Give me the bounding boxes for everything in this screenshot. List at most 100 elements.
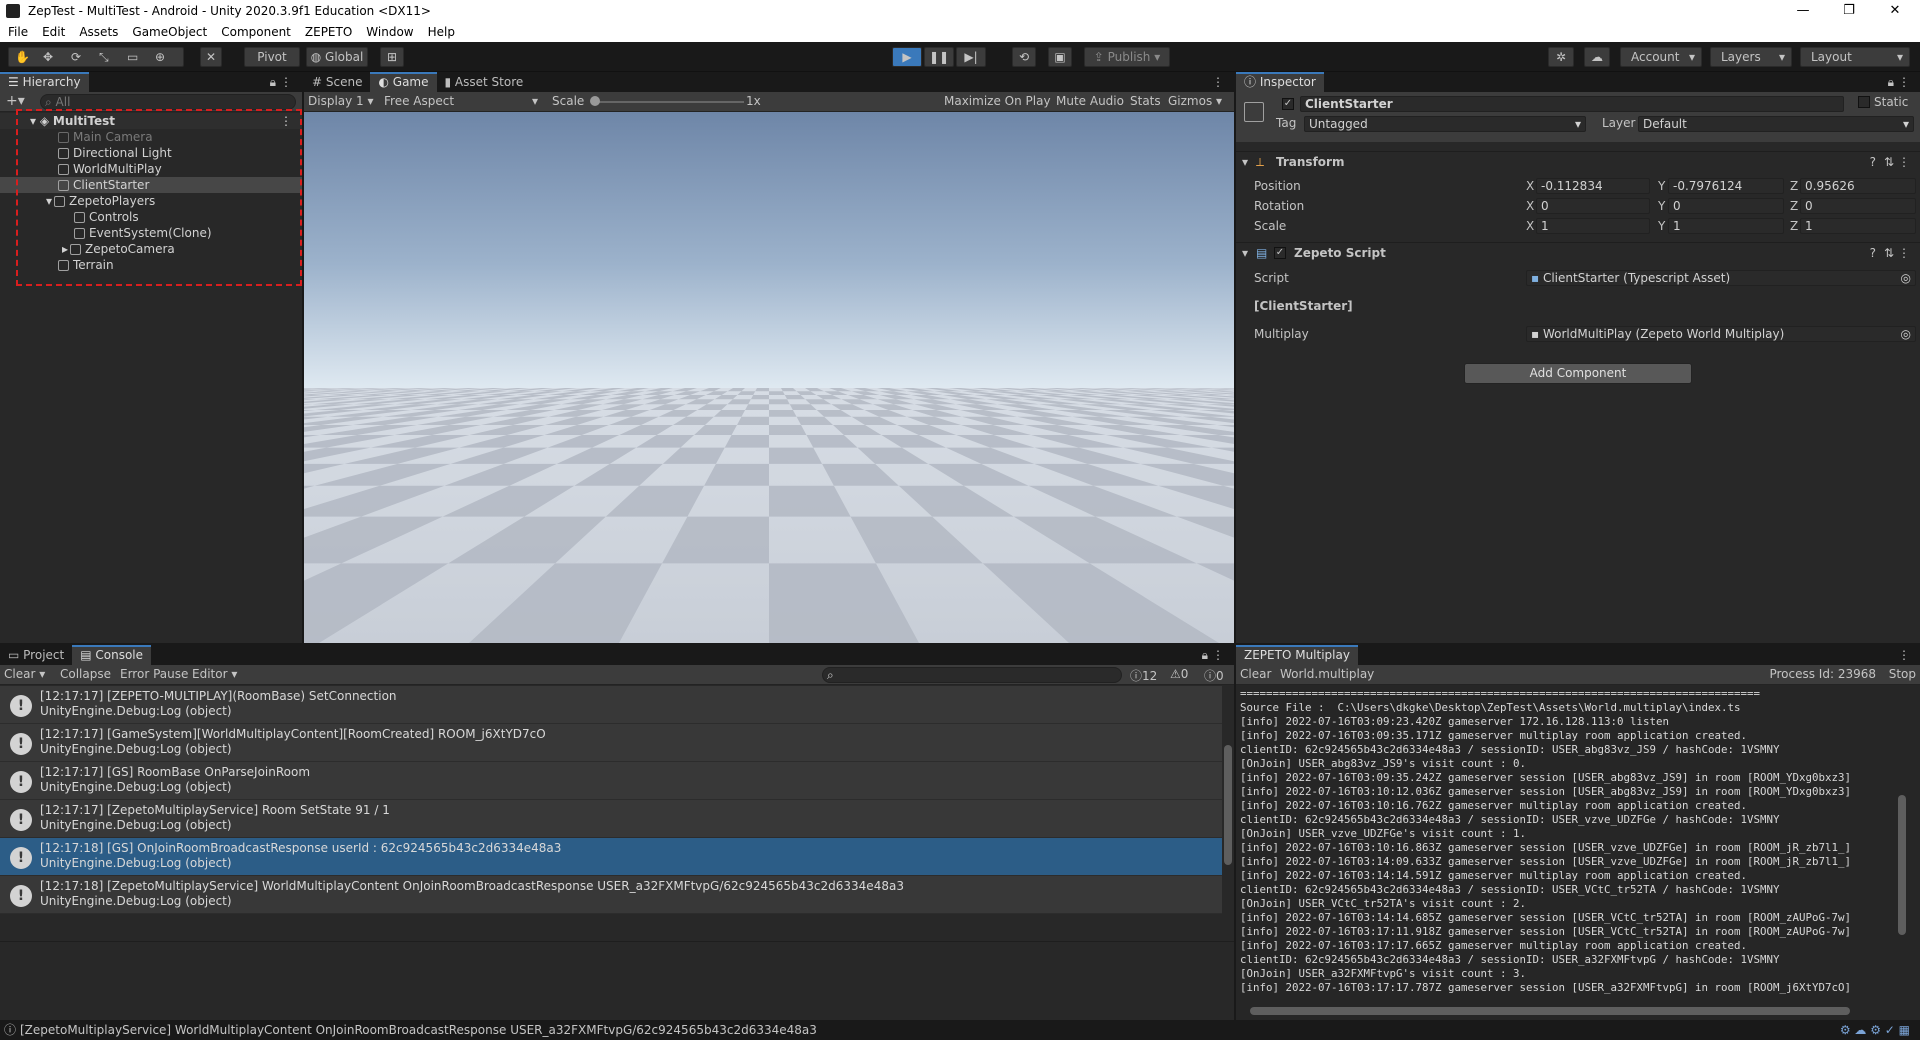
console-entry[interactable]: ! [12:17:18] [ZepetoMultiplayService] Wor…: [0, 876, 1222, 914]
more-icon[interactable]: ⋮: [1212, 75, 1224, 89]
pause-button[interactable]: ❚❚: [924, 47, 954, 67]
snap-icon[interactable]: ⊞: [380, 47, 404, 67]
expand-arrow-icon[interactable]: ▾: [1242, 246, 1248, 260]
mute-audio-toggle[interactable]: Mute Audio: [1056, 94, 1124, 108]
maximize-button[interactable]: ❐: [1826, 0, 1872, 22]
console-entry-selected[interactable]: ! [12:17:18] [GS] OnJoinRoomBroadcastResp…: [0, 838, 1222, 876]
tag-dropdown[interactable]: Untagged ▾: [1304, 116, 1586, 132]
lock-icon[interactable]: 🔒︎: [1888, 75, 1894, 90]
multiplay-field[interactable]: ▪ WorldMultiPlay (Zepeto World Multiplay…: [1526, 326, 1916, 342]
minimize-button[interactable]: —: [1780, 0, 1826, 22]
add-component-button[interactable]: Add Component: [1464, 363, 1692, 384]
scale-slider-handle[interactable]: [590, 96, 600, 106]
play-button[interactable]: ▶: [892, 47, 922, 67]
more-icon[interactable]: ⋮: [1898, 246, 1910, 260]
more-icon[interactable]: ⋮: [1898, 75, 1910, 89]
menu-window[interactable]: Window: [358, 25, 419, 39]
aspect-dropdown[interactable]: Free Aspect ▾: [384, 94, 538, 108]
scale-tool-icon[interactable]: ⤡: [99, 48, 109, 66]
lock-icon[interactable]: 🔒︎: [270, 75, 276, 90]
collab-icon[interactable]: ✲: [1548, 47, 1574, 67]
menu-zepeto[interactable]: ZEPETO: [297, 25, 358, 39]
multiplay-stop-button[interactable]: Stop: [1889, 667, 1916, 681]
hand-tool-icon[interactable]: ✋: [15, 48, 30, 66]
layer-dropdown[interactable]: Default ▾: [1638, 116, 1914, 132]
add-icon[interactable]: +▾: [6, 93, 25, 109]
stats-toggle[interactable]: Stats: [1130, 94, 1161, 108]
console-search-input[interactable]: ⌕: [822, 667, 1122, 683]
pivot-toggle[interactable]: Pivot: [244, 47, 300, 67]
display-dropdown[interactable]: Display 1 ▾: [308, 94, 374, 108]
maximize-on-play-toggle[interactable]: Maximize On Play: [944, 94, 1051, 108]
menu-help[interactable]: Help: [420, 25, 461, 39]
rect-tool-icon[interactable]: ▭: [127, 48, 138, 66]
rotation-y-field[interactable]: 0: [1668, 198, 1784, 214]
zepeto-script-header[interactable]: ▾ ▤ ✓ Zepeto Script ? ⇅ ⋮: [1236, 242, 1920, 262]
error-pause-toggle[interactable]: Error Pause: [120, 667, 188, 681]
close-button[interactable]: ✕: [1872, 0, 1918, 22]
object-name-field[interactable]: ClientStarter: [1300, 96, 1844, 112]
script-field[interactable]: ▪ ClientStarter (Typescript Asset) ◎: [1526, 270, 1916, 286]
scale-x-field[interactable]: 1: [1536, 218, 1650, 234]
console-scrollbar[interactable]: [1224, 745, 1232, 865]
object-picker-icon[interactable]: ◎: [1901, 271, 1911, 285]
rotation-z-field[interactable]: 0: [1800, 198, 1916, 214]
expand-arrow-icon[interactable]: ▾: [1242, 155, 1248, 169]
menu-gameobject[interactable]: GameObject: [124, 25, 213, 39]
position-z-field[interactable]: 0.95626: [1800, 178, 1916, 194]
active-checkbox[interactable]: ✓: [1282, 98, 1294, 110]
menu-assets[interactable]: Assets: [71, 25, 124, 39]
step-button[interactable]: ▶|: [956, 47, 986, 67]
menu-edit[interactable]: Edit: [34, 25, 71, 39]
account-dropdown[interactable]: Account ▾: [1620, 47, 1702, 67]
multiplay-clear-button[interactable]: Clear: [1240, 667, 1271, 681]
help-icon[interactable]: ?: [1870, 246, 1876, 260]
zepeto-screenshot-icon[interactable]: ▣: [1048, 47, 1072, 67]
menu-component[interactable]: Component: [213, 25, 297, 39]
scale-y-field[interactable]: 1: [1668, 218, 1784, 234]
preset-icon[interactable]: ⇅: [1884, 155, 1894, 169]
hierarchy-search-input[interactable]: ⌕ All: [40, 94, 296, 110]
tab-hierarchy[interactable]: ☰ Hierarchy: [0, 72, 89, 92]
tab-inspector[interactable]: ⓘ Inspector: [1236, 72, 1324, 92]
global-toggle[interactable]: ◍ Global: [306, 47, 368, 67]
console-entry[interactable]: ! [12:17:17] [GameSystem][WorldMultiplayC…: [0, 724, 1222, 762]
tab-asset-store[interactable]: ▮ Asset Store: [437, 72, 532, 92]
preset-icon[interactable]: ⇅: [1884, 246, 1894, 260]
tab-project[interactable]: ▭ Project: [0, 645, 72, 665]
rotate-tool-icon[interactable]: ⟳: [71, 48, 81, 66]
console-entry[interactable]: ! [12:17:17] [ZepetoMultiplayService] Roo…: [0, 800, 1222, 838]
tab-game[interactable]: ◐ Game: [370, 72, 437, 92]
lock-icon[interactable]: 🔒︎: [1202, 648, 1208, 663]
tab-console[interactable]: ▤ Console: [72, 645, 152, 665]
transform-tool-icon[interactable]: ⊕: [155, 48, 165, 66]
publish-button[interactable]: ⇪ Publish ▾: [1084, 47, 1170, 67]
warning-count-toggle[interactable]: ⚠0: [1170, 667, 1188, 681]
editor-dropdown[interactable]: Editor ▾: [192, 667, 237, 681]
cloud-icon[interactable]: ☁: [1584, 47, 1610, 67]
move-tool-icon[interactable]: ✥: [43, 48, 53, 66]
more-icon[interactable]: ⋮: [1212, 648, 1224, 662]
scale-z-field[interactable]: 1: [1800, 218, 1916, 234]
layout-dropdown[interactable]: Layout ▾: [1800, 47, 1910, 67]
layers-dropdown[interactable]: Layers ▾: [1710, 47, 1792, 67]
status-tray-icons[interactable]: ⚙ ☁ ⚙ ✓ ▦: [1840, 1020, 1910, 1040]
object-picker-icon[interactable]: ◎: [1901, 327, 1911, 341]
status-bar[interactable]: ⓘ [ZepetoMultiplayService] WorldMultipla…: [0, 1020, 1920, 1040]
zepeto-refresh-icon[interactable]: ⟲: [1012, 47, 1036, 67]
console-entry[interactable]: ! [12:17:17] [GS] RoomBase OnParseJoinRoo…: [0, 762, 1222, 800]
multiplay-scrollbar-vertical[interactable]: [1898, 795, 1906, 935]
collapse-toggle[interactable]: Collapse: [60, 667, 111, 681]
custom-tool-icon[interactable]: ✕: [200, 47, 222, 67]
multiplay-scrollbar-horizontal[interactable]: [1250, 1007, 1850, 1015]
more-icon[interactable]: ⋮: [1898, 648, 1910, 662]
clear-dropdown[interactable]: Clear ▾: [4, 667, 45, 681]
game-viewport[interactable]: [304, 112, 1234, 643]
gizmos-dropdown[interactable]: Gizmos ▾: [1168, 94, 1222, 108]
help-icon[interactable]: ?: [1870, 155, 1876, 169]
error-count-toggle[interactable]: ⓘ0: [1204, 667, 1224, 684]
enabled-checkbox[interactable]: ✓: [1274, 247, 1286, 259]
position-y-field[interactable]: -0.7976124: [1668, 178, 1784, 194]
menu-file[interactable]: File: [0, 25, 34, 39]
rotation-x-field[interactable]: 0: [1536, 198, 1650, 214]
